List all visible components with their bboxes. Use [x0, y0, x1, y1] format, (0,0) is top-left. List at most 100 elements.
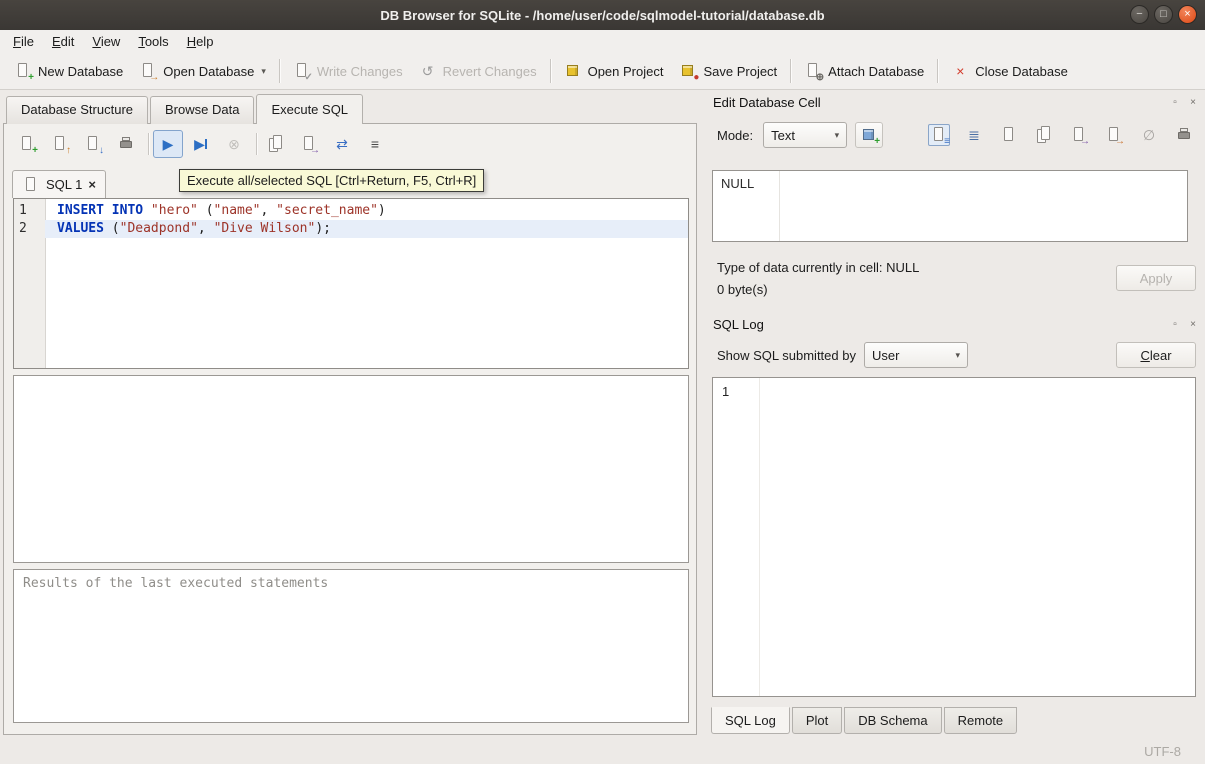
window-controls: − □ ×: [1130, 5, 1197, 24]
export-results-icon: →: [300, 135, 318, 153]
cell-size-info: 0 byte(s): [717, 282, 768, 297]
stop-icon: ⊗: [225, 135, 243, 153]
bottom-tab-remote[interactable]: Remote: [944, 707, 1018, 734]
set-null-icon: ∅: [1140, 126, 1158, 144]
close-tab-icon[interactable]: ×: [88, 177, 96, 192]
text-mode-button[interactable]: ≡: [928, 124, 950, 146]
save-project-button[interactable]: ●Save Project: [671, 57, 785, 85]
mode-select[interactable]: Text ▾: [763, 122, 847, 148]
open-in-editor-button[interactable]: [998, 124, 1020, 146]
main-toolbar: +New Database→Open Database▾ ✓Write Chang…: [0, 53, 1205, 90]
menu-item-edit[interactable]: Edit: [43, 32, 83, 51]
execute-tooltip: Execute all/selected SQL [Ctrl+Return, F…: [179, 169, 484, 192]
float-dock-icon[interactable]: ▫: [1169, 319, 1181, 330]
tab-database-structure[interactable]: Database Structure: [6, 96, 148, 124]
export-results-button[interactable]: →: [294, 130, 324, 158]
new-database-button[interactable]: +New Database: [6, 57, 131, 85]
save-results-icon: [267, 135, 285, 153]
bottom-tab-sql-log[interactable]: SQL Log: [711, 707, 790, 734]
menu-item-file[interactable]: File: [4, 32, 43, 51]
code-token: "Dive Wilson": [214, 221, 316, 236]
word-wrap-button[interactable]: ≣: [963, 124, 985, 146]
edit-cell-dock-header: Edit Database Cell ▫ ×: [713, 93, 1199, 111]
save-sql-file-icon: ↓: [84, 135, 102, 153]
toolbar-separator: [279, 59, 280, 83]
sql-tab-label: SQL 1: [46, 177, 82, 192]
auto-mode-button[interactable]: +: [855, 122, 883, 148]
clear-button[interactable]: Clear: [1116, 342, 1196, 368]
float-dock-icon[interactable]: ▫: [1169, 97, 1181, 108]
export-data-button[interactable]: →: [1103, 124, 1125, 146]
query-result-grid: [13, 375, 689, 563]
sql-toolbar: + ↑ ↓ ▶▶ ⊗ → ⇄≡: [12, 128, 393, 160]
open-project-label: Open Project: [588, 64, 664, 79]
bottom-tab-db-schema[interactable]: DB Schema: [844, 707, 941, 734]
new-database-icon: +: [14, 62, 32, 80]
close-dock-icon[interactable]: ×: [1187, 97, 1199, 108]
sql-log-view[interactable]: 1: [712, 377, 1196, 697]
code-token: (: [198, 203, 214, 218]
find-replace-button[interactable]: ⇄: [327, 130, 357, 158]
sql-file-icon: [22, 176, 40, 194]
open-sql-new-tab-icon: +: [18, 135, 36, 153]
toolbar-separator: [550, 59, 551, 83]
sql-log-title: SQL Log: [713, 317, 764, 332]
results-placeholder: Results of the last executed statements: [23, 576, 328, 591]
import-data-button[interactable]: →: [1068, 124, 1090, 146]
code-token: ): [378, 203, 386, 218]
results-message-pane: Results of the last executed statements: [13, 569, 689, 723]
save-sql-file-button[interactable]: ↓: [78, 130, 108, 158]
close-database-button[interactable]: ×Close Database: [943, 57, 1076, 85]
menu-item-help[interactable]: Help: [178, 32, 223, 51]
open-project-icon: [564, 62, 582, 80]
execute-all-button[interactable]: ▶: [153, 130, 183, 158]
chevron-down-icon[interactable]: ▾: [261, 66, 266, 77]
menu-item-view[interactable]: View: [83, 32, 129, 51]
code-token: INSERT INTO: [57, 203, 143, 218]
bottom-tab-plot[interactable]: Plot: [792, 707, 842, 734]
maximize-icon[interactable]: □: [1154, 5, 1173, 24]
text-mode-icon: ≡: [930, 126, 948, 144]
attach-database-button[interactable]: ⊕Attach Database: [796, 57, 932, 85]
save-results-button[interactable]: [261, 130, 291, 158]
cell-editor[interactable]: NULL: [712, 170, 1188, 242]
set-null-button[interactable]: ∅: [1138, 124, 1160, 146]
print-button[interactable]: [111, 130, 141, 158]
encoding-label: UTF-8: [1144, 744, 1181, 759]
print-cell-icon: [1175, 126, 1193, 144]
code-token: );: [315, 221, 331, 236]
close-icon[interactable]: ×: [1178, 5, 1197, 24]
copy-data-button[interactable]: [1033, 124, 1055, 146]
log-filter-value: User: [872, 348, 899, 363]
open-project-button[interactable]: Open Project: [556, 57, 672, 85]
code-token: VALUES: [57, 221, 104, 236]
window-title: DB Browser for SQLite - /home/user/code/…: [380, 8, 824, 23]
tab-browse-data[interactable]: Browse Data: [150, 96, 254, 124]
sql-editor[interactable]: 1INSERT INTO "hero" ("name", "secret_nam…: [13, 198, 689, 369]
code-token: "secret_name": [276, 203, 378, 218]
open-sql-file-button[interactable]: ↑: [45, 130, 75, 158]
log-filter-select[interactable]: User ▾: [864, 342, 968, 368]
print-cell-button[interactable]: [1173, 124, 1195, 146]
code-token: ,: [261, 203, 277, 218]
format-sql-button[interactable]: ≡: [360, 130, 390, 158]
toolbar-separator: [256, 133, 257, 155]
save-project-icon: ●: [679, 62, 697, 80]
import-data-icon: +: [860, 126, 878, 144]
open-sql-new-tab-button[interactable]: +: [12, 130, 42, 158]
code-token: "name": [214, 203, 261, 218]
tab-execute-sql[interactable]: Execute SQL: [256, 94, 363, 124]
execute-sql-page: + ↑ ↓ ▶▶ ⊗ → ⇄≡ SQL 1 × Execute all/selected S…: [3, 123, 697, 735]
write-changes-button: ✓Write Changes: [285, 57, 411, 85]
minimize-icon[interactable]: −: [1130, 5, 1149, 24]
execute-current-line-button[interactable]: ▶: [186, 130, 216, 158]
open-database-button[interactable]: →Open Database▾: [131, 57, 274, 85]
copy-data-icon: [1035, 126, 1053, 144]
close-dock-icon[interactable]: ×: [1187, 319, 1199, 330]
toolbar-separator: [148, 133, 149, 155]
mode-value: Text: [771, 128, 795, 143]
menu-item-tools[interactable]: Tools: [129, 32, 177, 51]
line-number: 1: [14, 202, 45, 220]
sql-editor-tab[interactable]: SQL 1 ×: [12, 170, 106, 198]
mode-row: Mode: Text ▾ + ≡≣→→∅: [717, 120, 1195, 150]
